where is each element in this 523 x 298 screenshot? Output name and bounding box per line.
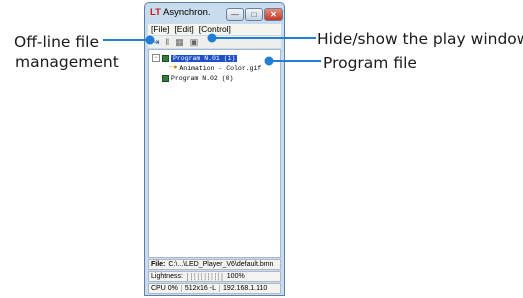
screen-resolution: 512x16 -L [185, 285, 220, 292]
maximize-icon: □ [251, 9, 257, 19]
file-status: File: C:\...\LED_Player_V6\default.bmn [148, 259, 281, 270]
title-bar[interactable]: LT Asynchron. — □ ✕ [145, 3, 284, 25]
lightness-status: Lightness: │┆┆┆┆┆┆┆┆┆│ 100% [148, 271, 281, 282]
file-path: C:\...\LED_Player_V6\default.bmn [168, 261, 274, 268]
menu-edit[interactable]: [Edit] [174, 24, 193, 35]
hide-show-annotation: Hide/show the play window [317, 30, 523, 48]
minimize-icon: — [231, 9, 239, 19]
minimize-button[interactable]: — [226, 8, 244, 21]
menu-bar: [File] [Edit] [Control] [148, 24, 281, 35]
window-title: LT Asynchron. [150, 7, 211, 18]
offline-file-icon[interactable]: ⇥ [152, 36, 160, 48]
tree-item-file-1-label: Animation - Color.gif [179, 64, 262, 72]
tree-item-program-1[interactable]: − Program N.01 (1) [152, 53, 238, 63]
system-status: CPU 0% 512x16 -L 192.168.1.110 [148, 283, 281, 294]
ip-address: 192.168.1.110 [222, 285, 268, 292]
file-icon: ─● [169, 64, 178, 72]
program-file-annotation: Program file [323, 54, 417, 72]
lightness-label: Lightness: [151, 273, 183, 280]
file-label: File: [151, 261, 166, 268]
menu-control[interactable]: [Control] [199, 24, 231, 35]
brand-mark: LT [150, 7, 161, 18]
tree-item-file-1[interactable]: ─● Animation - Color.gif [169, 63, 261, 73]
player-window: LT Asynchron. — □ ✕ [File] [Edit] [Contr… [144, 2, 285, 296]
tree-item-program-2-label: Program N.02 (0) [171, 74, 234, 82]
program-icon [162, 54, 169, 62]
window-title-text: Asynchron. [160, 7, 211, 18]
tree-item-program-2[interactable]: + Program N.02 (0) [152, 73, 233, 83]
tree-item-program-1-label: Program N.01 (1) [171, 54, 238, 62]
pause-icon[interactable]: ‖ [166, 36, 170, 48]
offline-annotation-line2: management [15, 53, 119, 71]
close-button[interactable]: ✕ [264, 8, 283, 21]
grid-icon[interactable]: ▦ [175, 36, 184, 48]
close-icon: ✕ [270, 9, 277, 19]
cpu-usage: CPU 0% [151, 285, 182, 292]
program-icon [162, 74, 169, 82]
toolbar: ⇥ ‖ ▦ ▣ [148, 36, 281, 48]
status-area: File: C:\...\LED_Player_V6\default.bmn L… [148, 259, 281, 295]
offline-annotation-line1: Off-line file [14, 33, 99, 51]
window-toggle-icon[interactable]: ▣ [190, 36, 199, 48]
collapse-icon[interactable]: − [152, 54, 160, 62]
lightness-slider[interactable]: │┆┆┆┆┆┆┆┆┆│ [186, 273, 224, 281]
menu-file[interactable]: [File] [151, 24, 169, 35]
maximize-button[interactable]: □ [245, 8, 263, 21]
program-tree: − Program N.01 (1) ─● Animation - Color.… [148, 49, 281, 258]
lightness-value: 100% [226, 273, 245, 280]
